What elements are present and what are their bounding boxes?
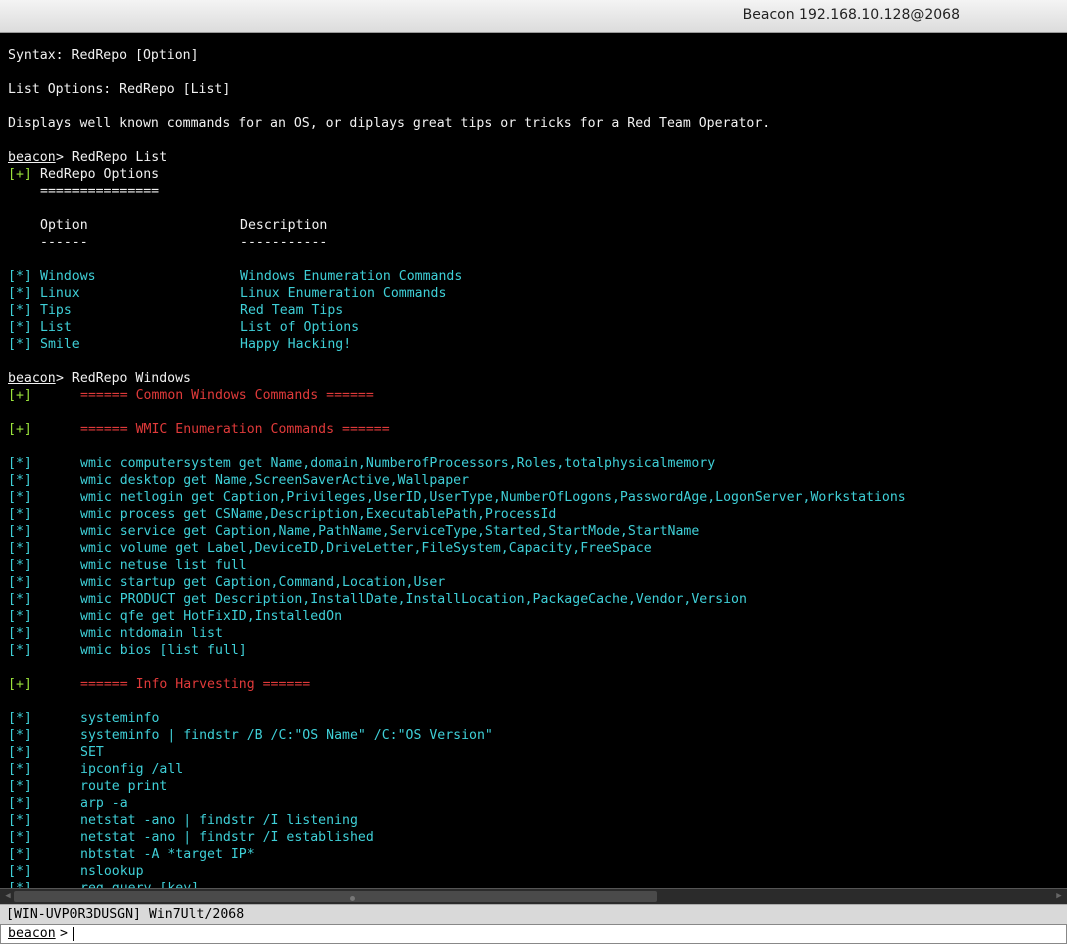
console-text: Happy Hacking! [240,337,352,352]
console-text: > RedRepo List [56,150,168,165]
console-output[interactable]: Syntax: RedRepo [Option] List Options: Re… [0,33,1067,888]
console-text: [*] [8,779,32,794]
console-text: [*] [8,762,32,777]
console-text: SET [80,745,104,760]
console-text: [*] [8,507,32,522]
status-bar: [WIN-UVP0R3DUSGN] Win7Ult/2068 [0,904,1067,924]
scrollbar-thumb[interactable] [14,891,657,902]
status-text: [WIN-UVP0R3DUSGN] Win7Ult/2068 [6,907,245,922]
console-text: [*] [8,558,32,573]
console-text: RedRepo Options [40,167,160,182]
console-text: nbtstat -A *target IP* [80,847,255,862]
console-text: Displays well known commands for an OS, … [8,116,771,131]
console-text: [*] [8,592,32,607]
command-input-bar[interactable]: beacon > [0,924,1067,944]
console-text: netstat -ano | findstr /I listening [80,813,358,828]
console-text: Windows Enumeration Commands [240,269,463,284]
console-text: systeminfo | findstr /B /C:"OS Name" /C:… [80,728,493,743]
console-text: wmic netuse list full [80,558,247,573]
console-text: [*] [8,711,32,726]
console-text: [*] [8,626,32,641]
console-text: [*] [8,286,32,301]
console-text: netstat -ano | findstr /I established [80,830,374,845]
console-text: ====== Info Harvesting ====== [80,677,311,692]
console-text: List [40,320,72,335]
console-text: Windows [40,269,96,284]
console-text: beacon [8,371,56,386]
console-text: Smile [40,337,80,352]
console-text: systeminfo [80,711,160,726]
scrollbar-grip-icon [350,896,355,901]
console-text: [*] [8,320,32,335]
console-text: wmic desktop get Name,ScreenSaverActive,… [80,473,470,488]
console-text: [*] [8,473,32,488]
console-text: Tips [40,303,72,318]
console-text: [*] [8,609,32,624]
scroll-left-arrow-icon[interactable]: ◀ [2,890,14,903]
console-text: ====== Common Windows Commands ====== [80,388,374,403]
console-text: wmic volume get Label,DeviceID,DriveLett… [80,541,652,556]
console-text: reg query [key] [80,880,199,888]
console-text: route print [80,779,168,794]
console-text: [*] [8,745,32,760]
input-prompt-label: beacon [8,926,56,941]
scroll-right-arrow-icon[interactable]: ▶ [1053,890,1065,903]
console-text: ====== WMIC Enumeration Commands ====== [80,422,390,437]
console-text: [*] [8,269,32,284]
console-text: List of Options [240,320,360,335]
console-text: ------ [40,235,88,250]
console-text: wmic bios [list full] [80,643,247,658]
input-prompt-symbol: > [60,926,68,941]
console-text: wmic netlogin get Caption,Privileges,Use… [80,490,906,505]
console-text: ipconfig /all [80,762,184,777]
console-text: arp -a [80,796,128,811]
console-text: wmic startup get Caption,Command,Locatio… [80,575,446,590]
console-text: [*] [8,456,32,471]
console-text: [+] [8,167,32,182]
console-text: ----------- [240,235,328,250]
console-text: [+] [8,677,32,692]
console-text: [*] [8,864,32,879]
window-title: Beacon 192.168.10.128@2068 [742,7,960,23]
console-text: wmic service get Caption,Name,PathName,S… [80,524,700,539]
console-text: [+] [8,388,32,403]
console-text: nslookup [80,864,144,879]
console-text: Syntax: RedRepo [Option] [8,48,199,63]
console-text: [*] [8,728,32,743]
window-titlebar[interactable]: Beacon 192.168.10.128@2068 [0,0,1067,33]
console-text: Linux [40,286,80,301]
console-text: beacon [8,150,56,165]
console-text: Description [240,218,328,233]
command-input[interactable] [73,926,1053,942]
input-caret [73,927,74,941]
console-text: [+] [8,422,32,437]
console-text: wmic computersystem get Name,domain,Numb… [80,456,716,471]
horizontal-scrollbar[interactable]: ◀ ▶ [0,888,1067,904]
console-text: List Options: RedRepo [List] [8,82,231,97]
console-text: [*] [8,830,32,845]
console-text: wmic PRODUCT get Description,InstallDate… [80,592,747,607]
console-text: [*] [8,337,32,352]
console-text: [*] [8,524,32,539]
console-text: [*] [8,880,32,888]
console-text: =============== [40,184,160,199]
console-text: [*] [8,643,32,658]
console-text: [*] [8,303,32,318]
console-text: > RedRepo Windows [56,371,191,386]
console-text: wmic process get CSName,Description,Exec… [80,507,557,522]
console-text: wmic ntdomain list [80,626,223,641]
console-text: Red Team Tips [240,303,344,318]
console-text: [*] [8,847,32,862]
console-text: [*] [8,575,32,590]
console-text: Option [40,218,88,233]
console-text: wmic qfe get HotFixID,InstalledOn [80,609,343,624]
console-text: Linux Enumeration Commands [240,286,447,301]
console-text: [*] [8,796,32,811]
console-text: [*] [8,490,32,505]
console-text: [*] [8,813,32,828]
console-text: [*] [8,541,32,556]
